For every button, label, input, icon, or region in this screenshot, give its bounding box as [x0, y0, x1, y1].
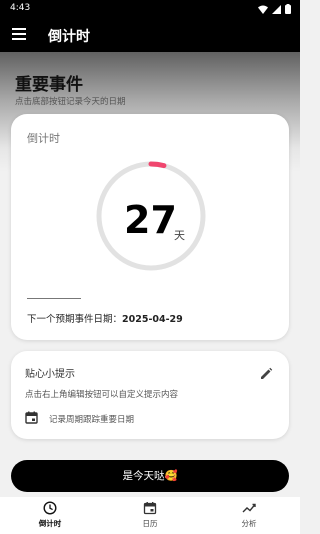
next-date-label: 下一个预期事件日期：: [27, 314, 123, 325]
status-time: 4:43: [10, 3, 31, 13]
trend-icon: [242, 503, 256, 513]
bottom-nav: 倒计时 日历 分析: [0, 497, 300, 534]
nav-tab-countdown[interactable]: 倒计时: [20, 501, 80, 529]
next-date-row: 下一个预期事件日期：2025-04-29: [27, 311, 183, 325]
status-icons: [258, 4, 291, 14]
wifi-icon: [258, 5, 268, 14]
nav-tab-calendar[interactable]: 日历: [120, 501, 180, 529]
page-title: 重要事件: [15, 75, 83, 95]
status-bar: 4:43: [0, 0, 300, 18]
record-today-button[interactable]: 是今天哒🥰: [11, 460, 289, 492]
battery-icon: [285, 4, 291, 14]
countdown-unit: 天: [174, 229, 185, 242]
app-bar: 倒计时: [0, 18, 300, 52]
nav-tab-analysis[interactable]: 分析: [219, 501, 279, 529]
countdown-days: 27: [124, 198, 177, 242]
tip-title: 贴心小提示: [25, 369, 75, 380]
tip-note: 记录周期跟踪重要日期: [49, 415, 135, 425]
calendar-icon: [143, 502, 157, 515]
tip-text: 点击右上角编辑按钮可以自定义提示内容: [25, 390, 179, 400]
app-title: 倒计时: [48, 29, 90, 45]
nav-label-countdown: 倒计时: [38, 519, 62, 528]
nav-label-analysis: 分析: [241, 519, 257, 528]
menu-icon[interactable]: [12, 28, 26, 40]
countdown-label: 倒计时: [27, 132, 60, 145]
page-subtitle: 点击底部按钮记录今天的日期: [15, 97, 126, 107]
divider: [27, 298, 81, 299]
clock-icon: [43, 501, 57, 515]
next-date-value: 2025-04-29: [122, 314, 183, 325]
signal-icon: [272, 4, 281, 14]
edit-icon[interactable]: [259, 367, 273, 381]
tip-card: 贴心小提示 点击右上角编辑按钮可以自定义提示内容 记录周期跟踪重要日期: [11, 351, 289, 439]
calendar-icon: [25, 411, 38, 424]
nav-label-calendar: 日历: [142, 519, 158, 528]
countdown-card: 倒计时 27 天 下一个预期事件日期：2025-04-29: [11, 114, 289, 340]
